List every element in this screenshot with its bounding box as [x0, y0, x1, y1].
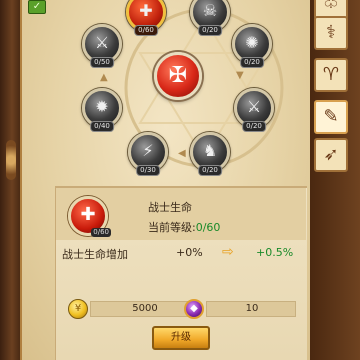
arrow-down-icon: ▼ [236, 70, 244, 81]
helm-icon: ♞ [202, 141, 218, 160]
skill-node-slash[interactable]: ⚔ 0/20 [234, 88, 274, 132]
current-level-label: 当前等级: [148, 221, 196, 234]
current-level-value: 0/60 [195, 221, 221, 234]
tab-horns[interactable]: ♈ [314, 58, 348, 92]
slash-icon: ⚔ [246, 97, 262, 116]
tab-carrot[interactable]: ✎ [314, 100, 348, 134]
frame-ornament [6, 140, 16, 180]
left-frame [0, 0, 22, 360]
check-icon: ✓ [32, 1, 42, 12]
skill-tree-center[interactable]: ✠ [154, 52, 202, 100]
cross-icon: ✚ [139, 1, 153, 20]
gem-cost-box: 10 [206, 301, 296, 317]
selected-skill-icon: ✚ 0/60 [68, 196, 111, 237]
tab-staff[interactable]: ⚕ [314, 16, 348, 50]
blades-icon: ⚔ [94, 33, 110, 52]
carrot-icon: ✎ [323, 106, 339, 127]
check-button[interactable]: ✓ [28, 0, 46, 14]
skill-node-spikes[interactable]: ✹ 0/40 [82, 88, 122, 132]
skill-node-level: 0/50 [90, 57, 114, 68]
cross-icon: ✚ [80, 204, 96, 225]
tab-bow[interactable]: ➶ [314, 138, 348, 172]
skill-node-level: 0/30 [136, 165, 160, 176]
gem-cost: 10 [245, 303, 259, 314]
upgrade-button[interactable]: 升级 [152, 326, 210, 350]
skill-node-blades[interactable]: ⚔ 0/50 [82, 24, 122, 68]
skill-node-level: 0/40 [90, 121, 114, 132]
stat-current-value: +0% [176, 246, 203, 259]
gold-coin-icon: ¥ [68, 299, 88, 319]
skill-node-level: 0/20 [242, 121, 266, 132]
stat-label: 战士生命增加 [62, 248, 128, 261]
horns-icon: ♈ [322, 64, 340, 85]
staff-icon: ⚕ [326, 22, 336, 43]
skill-info-panel: ✚ 0/60 战士生命 当前等级:0/60 战士生命增加 +0% ⇨ +0.5%… [55, 186, 307, 360]
skill-node-level: 0/20 [198, 165, 222, 176]
skill-name: 战士生命 [148, 201, 192, 214]
skill-node-helm[interactable]: ♞ 0/20 [190, 132, 230, 176]
purple-gem-icon: ◆ [184, 299, 204, 319]
burst-icon: ✺ [245, 33, 259, 52]
skill-node-level: 0/20 [198, 25, 222, 36]
selected-skill-level-badge: 0/60 [91, 228, 111, 237]
arrow-up-icon: ▲ [100, 72, 108, 83]
skill-node-burst[interactable]: ✺ 0/20 [232, 24, 272, 68]
gold-cost-box: 5000 [90, 301, 198, 317]
skill-node-level: 0/20 [240, 57, 264, 68]
wings-icon: ♧ [322, 0, 340, 13]
current-level: 当前等级:0/60 [148, 219, 220, 235]
skull-icon: ☠ [202, 1, 218, 20]
skill-node-strike[interactable]: ⚡ 0/30 [128, 132, 168, 176]
arrow-left-icon: ◀ [178, 148, 186, 159]
arrow-right-icon: ⇨ [222, 244, 234, 260]
axe-icon: ✠ [168, 63, 188, 88]
side-tab-bar: ♧ ⚕ ♈ ✎ ➶ [310, 0, 360, 360]
skill-node-level: 0/60 [134, 25, 158, 36]
bow-icon: ➶ [323, 144, 339, 165]
spikes-icon: ✹ [95, 97, 109, 116]
strike-icon: ⚡ [142, 141, 154, 160]
stat-next-value: +0.5% [256, 246, 294, 259]
stat-row: 战士生命增加 +0% ⇨ +0.5% [56, 244, 306, 264]
gold-cost: 5000 [132, 303, 158, 314]
upgrade-cost-row: 5000 ¥ 10 ◆ [56, 298, 306, 320]
